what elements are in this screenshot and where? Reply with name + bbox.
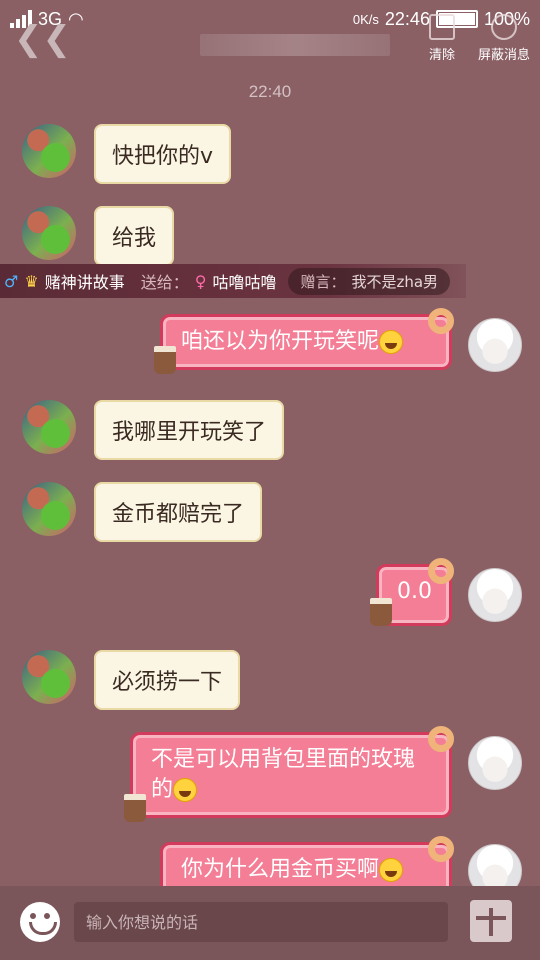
message-bubble[interactable]: 我哪里开玩笑了 [94, 400, 285, 460]
message-bubble[interactable]: 你为什么用金币买啊 [160, 842, 452, 886]
block-label: 屏蔽消息 [477, 48, 530, 63]
message-bubble[interactable]: 金币都赔完了 [94, 482, 263, 542]
avatar[interactable] [22, 650, 76, 704]
block-messages-button[interactable]: 屏蔽消息 [474, 14, 534, 63]
drink-icon [154, 346, 176, 374]
gift-banner: ♂ ♛ 赌神讲故事 送给： ♀ 咕噜咕噜 赠言： 我不是zha男 [0, 264, 466, 298]
message-input[interactable] [74, 902, 448, 942]
gift-words-label: 赠言： [300, 272, 346, 291]
clear-button[interactable]: 清除 [412, 14, 472, 63]
message-bubble[interactable]: 咱还以为你开玩笑呢 [160, 314, 452, 370]
back-icon[interactable]: ❮❮ [14, 22, 71, 56]
avatar[interactable] [22, 124, 76, 178]
block-icon [491, 14, 517, 40]
clear-label: 清除 [428, 48, 455, 63]
female-icon: ♀ [194, 271, 207, 291]
grin-emoji-icon [379, 858, 404, 882]
avatar[interactable] [22, 206, 76, 260]
chat-timestamp: 22:40 [248, 82, 292, 101]
avatar[interactable] [22, 400, 76, 454]
donut-icon [428, 836, 454, 862]
emoji-picker-icon[interactable] [20, 902, 60, 942]
drink-icon [370, 598, 392, 626]
donut-icon [428, 308, 454, 334]
gift-words-text: 我不是zha男 [351, 272, 439, 291]
gift-sender: 赌神讲故事 [44, 273, 125, 292]
gift-receiver: 咕噜咕噜 [212, 273, 277, 292]
avatar[interactable] [468, 736, 522, 790]
send-to-label: 送给： [140, 273, 189, 292]
donut-icon [428, 558, 454, 584]
input-bar [0, 886, 540, 960]
avatar[interactable] [468, 318, 522, 372]
message-bubble[interactable]: 不是可以用背包里面的玫瑰的 [130, 732, 452, 818]
gift-icon[interactable] [470, 900, 512, 942]
grin-emoji-icon [379, 330, 404, 354]
donut-icon [428, 726, 454, 752]
chat-header: ❮❮ 清除 屏蔽消息 [0, 0, 540, 72]
message-text: 你为什么用金币买啊 [181, 857, 380, 882]
chat-title-redacted [200, 34, 390, 56]
message-text: 咱还以为你开玩笑呢 [181, 329, 380, 354]
message-bubble[interactable]: 快把你的v [94, 124, 232, 184]
message-text: 0.0 [397, 579, 432, 604]
gift-words: 赠言： 我不是zha男 [288, 267, 451, 295]
grin-emoji-icon [173, 778, 198, 802]
message-clip: 你为什么用金币买啊 [0, 836, 540, 886]
male-icon: ♂ [4, 271, 19, 291]
avatar[interactable] [22, 482, 76, 536]
crown-icon: ♛ [24, 271, 39, 291]
message-bubble[interactable]: 必须捞一下 [94, 650, 241, 710]
trash-icon [429, 14, 455, 40]
message-bubble[interactable]: 给我 [94, 206, 175, 266]
avatar[interactable] [468, 844, 522, 886]
avatar[interactable] [468, 568, 522, 622]
drink-icon [124, 794, 146, 822]
